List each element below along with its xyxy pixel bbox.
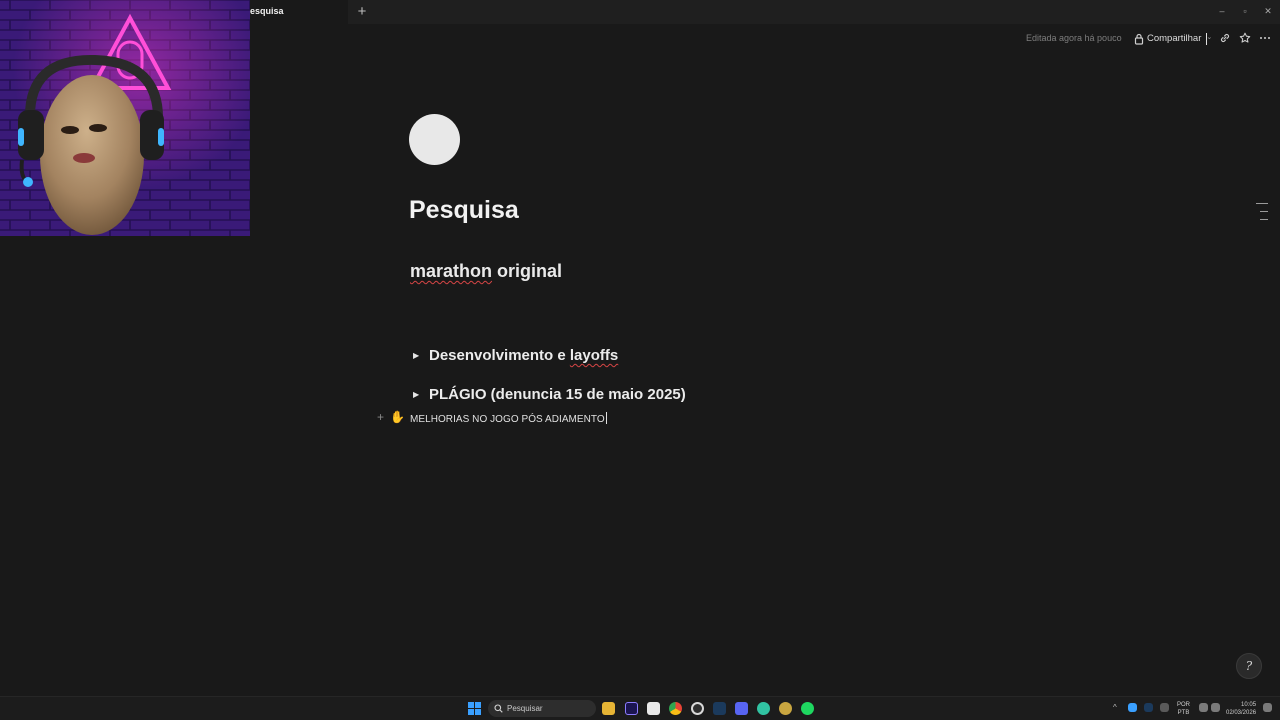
steam-icon[interactable] bbox=[713, 702, 726, 715]
search-icon bbox=[494, 704, 503, 713]
language-indicator[interactable]: POR PTB bbox=[1177, 701, 1190, 717]
text-block-content: MELHORIAS NO JOGO PÓS ADIAMENTO bbox=[410, 414, 605, 425]
webcam-overlay bbox=[0, 0, 250, 236]
streamer-avatar-image bbox=[0, 0, 250, 236]
discord-icon[interactable] bbox=[735, 702, 748, 715]
start-icon[interactable] bbox=[468, 702, 481, 715]
keyboard-layout: PTB bbox=[1177, 710, 1190, 716]
taskbar-search-placeholder: Pesquisar bbox=[507, 704, 543, 713]
lock-icon bbox=[1134, 33, 1144, 45]
chevron-down-icon: ⌄ bbox=[1206, 32, 1212, 45]
triangle-right-icon[interactable]: ▶ bbox=[413, 351, 420, 360]
table-of-contents-icon[interactable] bbox=[1256, 203, 1268, 227]
more-icon[interactable] bbox=[1257, 30, 1273, 46]
language-code: POR bbox=[1177, 702, 1191, 708]
chrome-icon[interactable] bbox=[669, 702, 682, 715]
spotify-icon[interactable] bbox=[801, 702, 814, 715]
heading-misspelled-word: marathon bbox=[410, 261, 493, 281]
app-icon[interactable] bbox=[779, 702, 792, 715]
share-label: Compartilhar bbox=[1147, 33, 1202, 44]
toggle-label-text: PLÁGIO (denuncia 15 de maio 2025) bbox=[429, 386, 686, 403]
tab-pesquisa[interactable]: esquisa bbox=[236, 0, 348, 24]
tray-chevron-icon[interactable]: ^ bbox=[1113, 703, 1117, 712]
toggle-block-plagio[interactable]: ▶ PLÁGIO (denuncia 15 de maio 2025) bbox=[413, 386, 686, 403]
maximize-button[interactable]: ▫ bbox=[1238, 4, 1252, 18]
tab-label: esquisa bbox=[250, 6, 284, 16]
clock[interactable]: 10:05 02/03/2026 bbox=[1226, 701, 1256, 717]
help-button[interactable]: ? bbox=[1236, 653, 1262, 679]
file-explorer-icon[interactable] bbox=[602, 702, 615, 715]
new-tab-button[interactable]: + bbox=[352, 2, 372, 22]
toggle-block-desenvolvimento[interactable]: ▶ Desenvolvimento e layoffs bbox=[413, 347, 618, 364]
toggle-misspelled-word: layoffs bbox=[569, 347, 619, 364]
obs-icon[interactable] bbox=[691, 702, 704, 715]
streamlabs-icon[interactable] bbox=[757, 702, 770, 715]
notifications-icon[interactable] bbox=[1263, 703, 1272, 712]
tray-steam-icon[interactable] bbox=[1144, 703, 1153, 712]
star-icon[interactable] bbox=[1237, 30, 1253, 46]
premiere-icon[interactable] bbox=[625, 702, 638, 715]
drag-handle-icon[interactable]: ✋ bbox=[390, 411, 405, 423]
last-edited-text: Editada agora há pouco bbox=[1026, 33, 1122, 43]
toggle-label: PLÁGIO (denuncia 15 de maio 2025) bbox=[429, 386, 686, 403]
add-block-icon[interactable]: + bbox=[377, 411, 384, 423]
block-handles: + ✋ bbox=[377, 411, 405, 423]
notion-icon[interactable] bbox=[647, 702, 660, 715]
share-button[interactable]: Compartilhar ⌄ bbox=[1130, 30, 1212, 47]
close-button[interactable]: ✕ bbox=[1261, 4, 1275, 18]
tray-mic-icon[interactable] bbox=[1160, 703, 1169, 712]
network-icon[interactable] bbox=[1199, 703, 1208, 712]
minimize-button[interactable]: – bbox=[1215, 4, 1229, 18]
triangle-right-icon[interactable]: ▶ bbox=[413, 390, 420, 399]
clock-date: 02/03/2026 bbox=[1226, 710, 1257, 716]
toggle-label: Desenvolvimento e layoffs bbox=[429, 347, 618, 364]
text-block-melhorias[interactable]: MELHORIAS NO JOGO PÓS ADIAMENTO bbox=[410, 412, 607, 425]
heading-marathon-original[interactable]: marathon original bbox=[410, 261, 562, 282]
text-cursor bbox=[605, 412, 607, 424]
toggle-label-text: Desenvolvimento e bbox=[429, 347, 570, 364]
volume-icon[interactable] bbox=[1211, 703, 1220, 712]
link-icon[interactable] bbox=[1217, 30, 1233, 46]
heading-text: original bbox=[492, 261, 563, 281]
taskbar: Pesquisar ^ POR PTB 10:05 02/03/2026 bbox=[0, 696, 1280, 720]
page-title[interactable]: Pesquisa bbox=[409, 196, 519, 225]
page-icon[interactable] bbox=[409, 114, 460, 165]
tray-app-icon[interactable] bbox=[1128, 703, 1137, 712]
clock-time: 10:05 bbox=[1241, 702, 1257, 708]
taskbar-search[interactable]: Pesquisar bbox=[488, 700, 596, 717]
